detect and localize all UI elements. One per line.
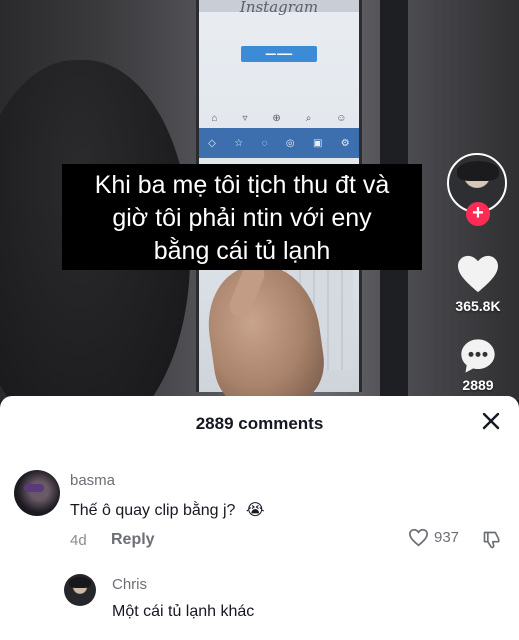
caption-line-2: giờ tôi phải ntin với eny: [112, 204, 372, 232]
follow-button[interactable]: +: [466, 202, 490, 226]
comment-like-count: 937: [434, 529, 460, 546]
likes-count: 365.8K: [455, 298, 501, 314]
comment-username[interactable]: basma: [70, 472, 115, 489]
reply-text: Một cái tủ lạnh khác: [112, 603, 255, 620]
chat-bubble-icon: [461, 339, 495, 373]
comment-text: Thế ô quay clip bằng j? 😭: [70, 502, 265, 519]
comments-title: 2889 comments: [195, 414, 324, 433]
comment-button[interactable]: [456, 334, 500, 378]
dislike-button[interactable]: [482, 530, 504, 552]
comments-count: 2889: [462, 377, 494, 393]
close-icon: [482, 412, 500, 430]
heart-icon: [458, 255, 498, 293]
close-button[interactable]: [480, 410, 502, 432]
comments-sheet: 2889 comments basma Thế ô quay clip bằng…: [0, 396, 519, 640]
screen-login-button: ▬▬ ▬▬▬: [241, 46, 317, 62]
plus-icon: +: [472, 202, 484, 224]
comment-age: 4d: [70, 532, 87, 549]
screen-key-row: ◇ ☆ ◌ ◎ ▣ ⚙: [199, 128, 359, 158]
heart-outline-icon: [408, 528, 429, 547]
commenter-avatar[interactable]: [14, 470, 60, 516]
caption-line-3: bằng cái tủ lạnh: [153, 237, 331, 265]
crying-emoji: 😭: [245, 502, 265, 519]
reply-avatar[interactable]: [64, 574, 96, 606]
video-caption: Khi ba mẹ tôi tịch thu đt và giờ tôi phả…: [62, 164, 422, 270]
video-player[interactable]: Instagram ▬▬ ▬▬▬ ⌂ ▿ ⊕ ⌕ ☺ ◇ ☆ ◌ ◎ ▣ ⚙ Khi ba mẹ …: [0, 0, 519, 400]
caption-line-1: Khi ba mẹ tôi tịch thu đt và: [94, 171, 390, 199]
like-button[interactable]: [456, 252, 500, 296]
screen-instagram-logo: Instagram: [239, 0, 319, 16]
reply-button[interactable]: Reply: [111, 531, 155, 549]
comment-like-button[interactable]: 937: [408, 528, 459, 547]
reply-username[interactable]: Chris: [112, 576, 147, 593]
screen-nav-row: ⌂ ▿ ⊕ ⌕ ☺: [211, 112, 347, 124]
thumbs-down-icon: [483, 531, 500, 549]
